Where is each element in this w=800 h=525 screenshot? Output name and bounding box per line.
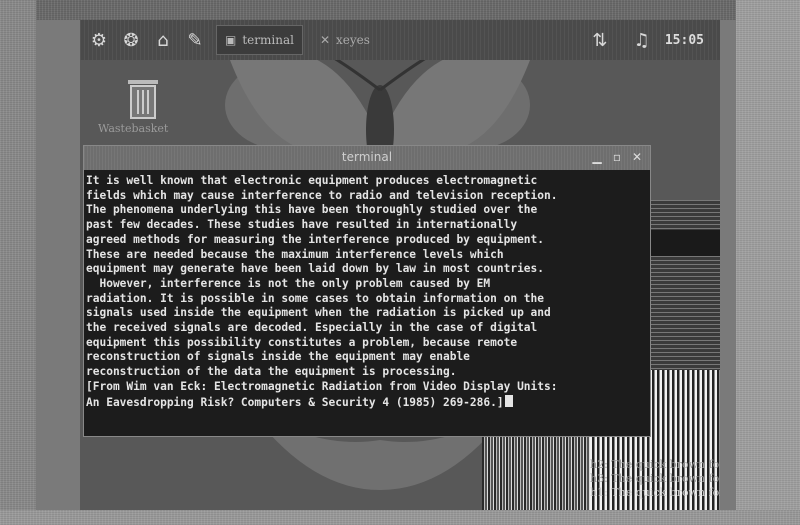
terminal-line: agreed methods for measuring the interfe… xyxy=(86,232,545,246)
trash-label: Wastebasket xyxy=(98,122,169,135)
terminal-title: terminal xyxy=(341,150,393,164)
font-sample-line: h1: The quick brown fox xyxy=(590,486,720,499)
terminal-line: An Eavesdropping Risk? Computers & Secur… xyxy=(86,395,504,409)
signal-noise-bottom xyxy=(0,510,800,525)
terminal-line: It is well known that electronic equipme… xyxy=(86,174,538,187)
terminal-line: equipment may generate have been laid do… xyxy=(86,262,545,276)
xeyes-icon: ✕ xyxy=(319,33,331,47)
clock[interactable]: 15:05 xyxy=(665,33,704,48)
editor-icon[interactable]: ✎ xyxy=(182,27,208,53)
text-cursor xyxy=(504,394,513,407)
desktop-screen: ⚙ ❂ ⌂ ✎ ▣ terminal ✕ xeyes ⇅ ♫ 15:05 Was… xyxy=(80,20,720,510)
terminal-line: fields which may cause interference to r… xyxy=(86,188,558,202)
home-folder-icon[interactable]: ⌂ xyxy=(150,27,176,53)
signal-noise-right xyxy=(736,0,800,525)
terminal-titlebar[interactable]: terminal ▁ ▫ ✕ xyxy=(84,146,650,170)
signal-noise-left xyxy=(0,0,36,525)
taskbar: ⚙ ❂ ⌂ ✎ ▣ terminal ✕ xeyes ⇅ ♫ 15:05 xyxy=(80,20,720,60)
font-sample-line: h2: The quick brown fox xyxy=(590,458,720,471)
terminal-window[interactable]: terminal ▁ ▫ ✕ It is well known that ele… xyxy=(84,146,650,436)
background-window-titlebar xyxy=(648,230,720,256)
volume-icon[interactable]: ♫ xyxy=(629,27,655,53)
terminal-line: [From Wim van Eck: Electromagnetic Radia… xyxy=(86,379,558,393)
main-menu-icon[interactable]: ⚙ xyxy=(86,27,112,53)
task-terminal[interactable]: ▣ terminal xyxy=(216,25,303,55)
terminal-line: The phenomena underlying this have been … xyxy=(86,203,538,217)
terminal-output[interactable]: It is well known that electronic equipme… xyxy=(86,174,648,436)
font-sample-line: h3: The quick brown fox xyxy=(590,472,720,485)
terminal-line: past few decades. These studies have res… xyxy=(86,218,518,232)
terminal-icon: ▣ xyxy=(225,33,237,47)
task-xeyes[interactable]: ✕ xeyes xyxy=(311,25,379,55)
terminal-line: signals used inside the equipment when t… xyxy=(86,306,551,320)
close-icon[interactable]: ✕ xyxy=(630,150,644,164)
terminal-line: radiation. It is possible in some cases … xyxy=(86,291,545,305)
terminal-line: the received signals are decoded. Especi… xyxy=(86,321,538,335)
terminal-line-last: An Eavesdropping Risk? Computers & Secur… xyxy=(86,394,648,411)
network-icon[interactable]: ⇅ xyxy=(587,27,613,53)
signal-noise-top xyxy=(36,0,736,20)
terminal-line: equipment this possibility constitutes a… xyxy=(86,335,518,349)
task-xeyes-label: xeyes xyxy=(336,33,370,47)
task-terminal-label: terminal xyxy=(242,33,294,47)
terminal-line: reconstruction of signals inside the equ… xyxy=(86,350,470,364)
globe-icon[interactable]: ❂ xyxy=(118,27,144,53)
terminal-line: These are needed because the maximum int… xyxy=(86,247,504,261)
minimize-icon[interactable]: ▁ xyxy=(590,150,604,164)
terminal-line: However, interference is not the only pr… xyxy=(86,276,491,290)
terminal-line: reconstruction of the data the equipment… xyxy=(86,365,457,379)
maximize-icon[interactable]: ▫ xyxy=(610,150,624,164)
